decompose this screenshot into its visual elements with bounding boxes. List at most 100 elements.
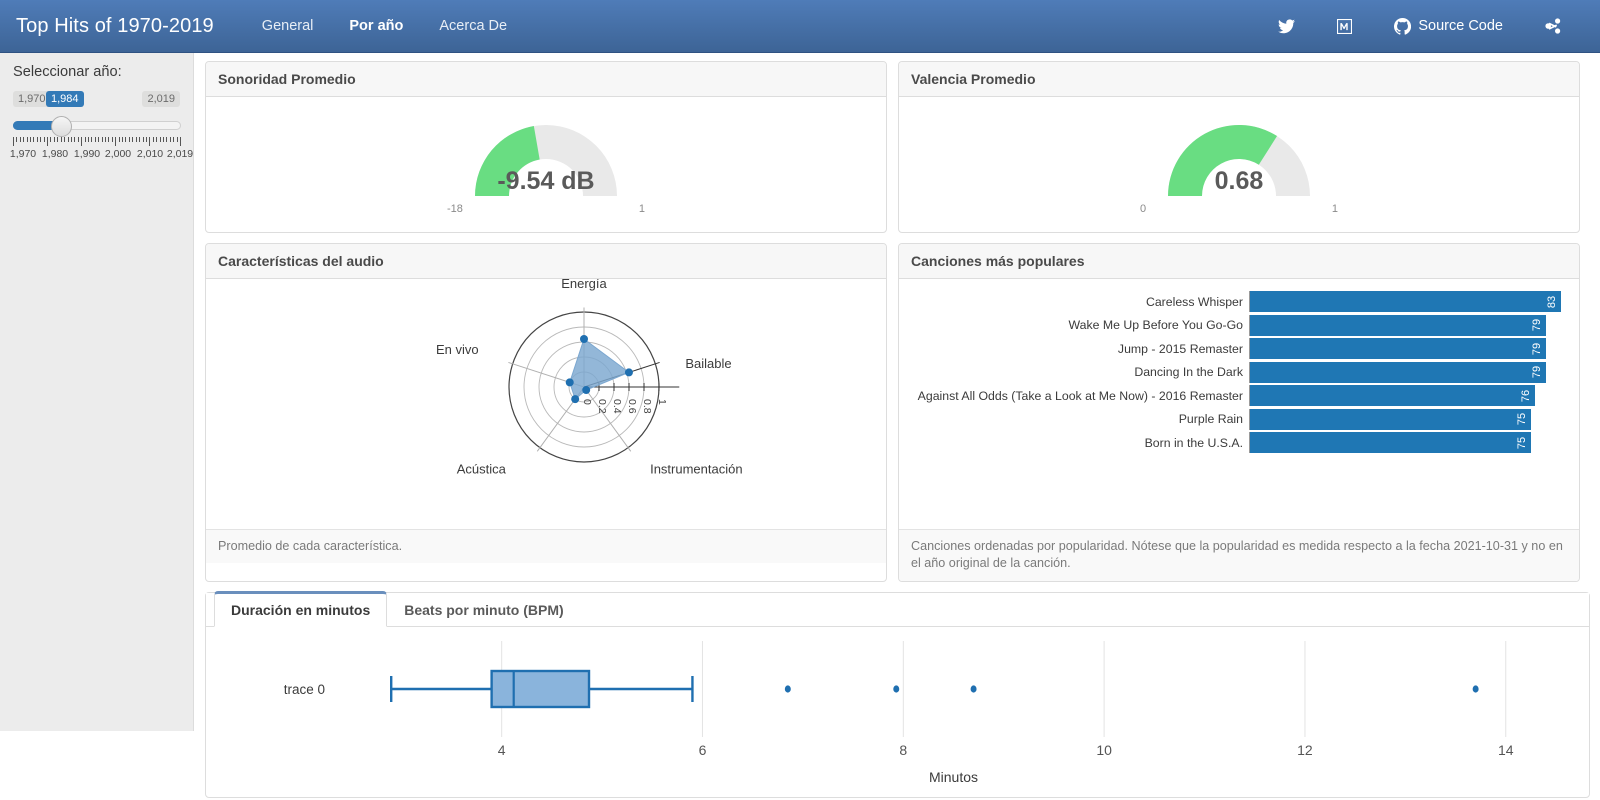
year-tick xyxy=(87,137,89,142)
song-bar-track: 79 xyxy=(1249,361,1561,383)
year-tick xyxy=(176,137,178,142)
year-tick xyxy=(91,137,93,142)
song-bar[interactable]: 83 xyxy=(1250,291,1561,312)
year-tick xyxy=(19,137,21,142)
song-bar[interactable]: 79 xyxy=(1250,338,1546,359)
year-scale-2019: 2,019 xyxy=(166,148,194,160)
year-tick xyxy=(57,137,59,142)
year-tick xyxy=(53,137,55,142)
song-bar-row: Careless Whisper 83 xyxy=(899,291,1561,312)
year-tick xyxy=(40,137,42,142)
top-navbar: Top Hits of 1970-2019 General Por año Ac… xyxy=(0,0,1600,53)
nav-social-links: Source Code xyxy=(1257,8,1582,45)
radar-category-label: Energía xyxy=(561,279,607,291)
sidebar: Seleccionar año: 1,970 1,984 2,019 1,970… xyxy=(0,53,194,731)
song-label: Wake Me Up Before You Go-Go xyxy=(1068,318,1243,332)
tab-duracion-en-minutos[interactable]: Duración en minutos xyxy=(214,590,388,627)
nav-link-general[interactable]: General xyxy=(244,2,332,50)
year-tick xyxy=(77,137,79,142)
boxplot-outlier-point[interactable] xyxy=(970,685,977,693)
radar-data-point xyxy=(565,378,574,387)
boxplot-outlier-point[interactable] xyxy=(784,685,791,693)
song-value-label: 83 xyxy=(1545,295,1558,308)
song-bar-row: Dancing In the Dark 79 xyxy=(899,361,1561,383)
song-bar-row: Against All Odds (Take a Look at Me Now)… xyxy=(899,385,1561,406)
year-slider[interactable] xyxy=(13,116,181,137)
year-tick xyxy=(125,137,127,142)
year-tick xyxy=(94,137,96,142)
loudness-max-tick: 1 xyxy=(638,203,645,215)
year-tick xyxy=(64,137,66,142)
year-tick xyxy=(132,137,134,142)
year-tick xyxy=(156,137,158,142)
duration-tabs-card: Duración en minutos Beats por minuto (BP… xyxy=(205,590,1590,798)
year-tick xyxy=(128,137,130,142)
radar-radial-tick-label: 0 xyxy=(581,399,593,405)
boxplot-axis-title: Minutos xyxy=(929,769,978,785)
tab-beats-por-minuto[interactable]: Beats por minuto (BPM) xyxy=(387,593,580,627)
valence-value: 0.68 xyxy=(1214,167,1264,195)
year-scale-1980: 1,980 xyxy=(41,148,69,160)
boxplot-outlier-point[interactable] xyxy=(1472,685,1479,693)
song-bar[interactable]: 75 xyxy=(1250,432,1532,453)
year-tick xyxy=(142,137,144,142)
primary-nav: General Por año Acerca De xyxy=(244,2,525,50)
year-tick xyxy=(98,137,100,142)
radar-chart: 0 0.2 0.4 0.6 0.8 1 Energía Bailable Instrumenta… xyxy=(206,276,886,529)
nav-link-por-ano[interactable]: Por año xyxy=(331,2,421,50)
year-tick xyxy=(149,137,151,146)
year-slider-handle[interactable] xyxy=(51,116,72,137)
year-scale-2010: 2,010 xyxy=(136,148,164,160)
year-slider-labels: 1,970 1,984 2,019 xyxy=(13,91,180,109)
year-tick xyxy=(162,137,164,142)
year-tick xyxy=(70,137,72,142)
year-tick xyxy=(33,137,35,142)
year-tick xyxy=(47,137,49,146)
github-source-code-link[interactable]: Source Code xyxy=(1373,8,1524,45)
radar-radial-tick-label: 0.4 xyxy=(611,399,623,414)
nav-link-acerca-de[interactable]: Acerca De xyxy=(421,2,525,50)
share-icon xyxy=(1545,18,1561,34)
song-value-label: 79 xyxy=(1530,342,1543,355)
song-bar[interactable]: 79 xyxy=(1250,361,1546,383)
top-songs-card: Canciones más populares Careless Whisper… xyxy=(898,243,1580,582)
boxplot-box[interactable] xyxy=(490,669,591,708)
year-slider-current-label: 1,984 xyxy=(46,91,84,107)
radar-radial-tick-label: 1 xyxy=(656,399,668,405)
song-bar[interactable]: 76 xyxy=(1250,385,1535,406)
valence-max-tick: 1 xyxy=(1331,203,1338,215)
twitter-link[interactable] xyxy=(1257,9,1316,44)
radar-data-point xyxy=(571,395,580,404)
year-slider-ticks xyxy=(13,137,181,146)
main-content: Sonoridad Promedio -9.54 dB -18 1 Valenc… xyxy=(195,53,1600,798)
song-bar-track: 79 xyxy=(1249,338,1561,359)
loudness-value: -9.54 dB xyxy=(497,167,595,195)
medium-link[interactable] xyxy=(1316,9,1373,44)
boxplot-outlier-point[interactable] xyxy=(893,685,900,693)
song-label: Born in the U.S.A. xyxy=(1144,435,1243,450)
radar-data-point xyxy=(580,335,588,343)
song-bar[interactable]: 79 xyxy=(1250,314,1546,336)
year-scale-2000: 2,000 xyxy=(104,148,132,160)
year-slider-scale: 1,970 1,980 1,990 2,000 2,010 2,019 xyxy=(10,148,194,162)
song-label: Against All Odds (Take a Look at Me Now)… xyxy=(917,388,1243,403)
boxplot-x-tick-label: 12 xyxy=(1297,742,1313,758)
year-tick xyxy=(105,137,107,142)
year-tick xyxy=(108,137,110,142)
song-bar-track: 83 xyxy=(1249,291,1561,312)
audio-features-footer: Promedio de cada característica. xyxy=(206,529,886,564)
song-value-label: 75 xyxy=(1515,412,1528,426)
song-label: Dancing In the Dark xyxy=(1134,365,1243,379)
year-tick xyxy=(23,137,25,142)
year-tick xyxy=(50,137,52,142)
radar-radial-tick-label: 0.6 xyxy=(626,399,638,414)
song-bar[interactable]: 75 xyxy=(1250,408,1532,430)
share-link[interactable] xyxy=(1524,8,1582,44)
song-value-label: 79 xyxy=(1530,365,1543,379)
radar-chart-svg: 0 0.2 0.4 0.6 0.8 1 Energía Bailable Instrumenta… xyxy=(436,276,743,477)
year-tick xyxy=(180,137,181,146)
year-slider-min-label: 1,970 xyxy=(13,91,51,107)
radar-axis-line xyxy=(583,386,632,452)
boxplot-x-tick-label: 8 xyxy=(899,742,907,758)
radar-radial-tick-label: 0.8 xyxy=(641,399,653,414)
